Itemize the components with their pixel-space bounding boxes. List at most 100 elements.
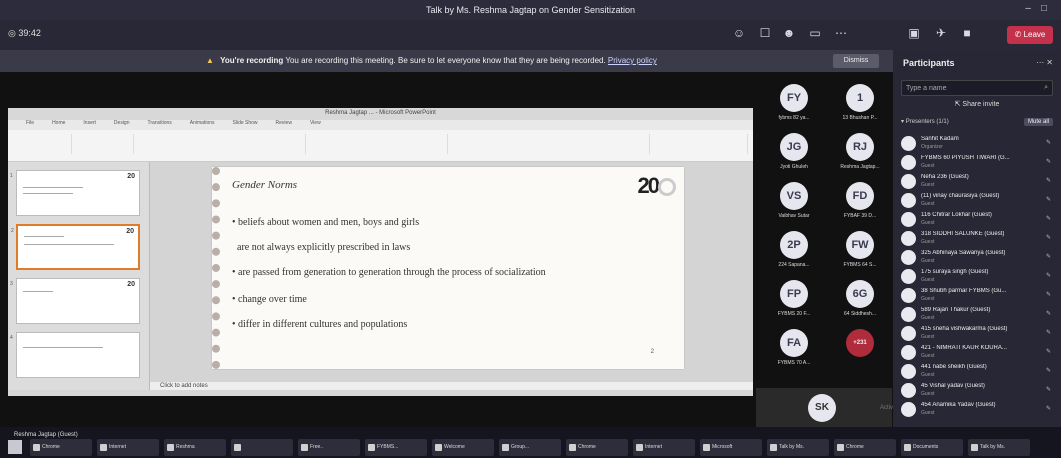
powerpoint-window: Reshma Jagtap ... - Microsoft PowerPoint… [8, 108, 753, 396]
more-actions-icon[interactable]: ⋯ [832, 26, 850, 42]
taskbar-item[interactable]: Talk by Ms. [767, 439, 829, 456]
participant-tile[interactable]: JG Jyoti Ghuleh [762, 133, 826, 171]
ppt-ribbon-tabs: File Home Insert Design Transitions Animation… [8, 120, 753, 130]
chat-icon[interactable]: ☐ [756, 26, 774, 42]
taskbar-item[interactable]: Chrome [834, 439, 896, 456]
presenters-section[interactable]: ▾ Presenters (1/1) Mute all [901, 118, 1053, 130]
ppt-tab[interactable]: Design [114, 120, 130, 126]
slide-thumbnail[interactable]: 2 20 [11, 224, 140, 270]
list-item[interactable]: 38 Shubh parmar FYBMS (Gu... Guest ✎ [901, 286, 1057, 305]
slide-thumbnail[interactable]: 3 20 [10, 278, 140, 324]
list-item[interactable]: 116 Chitrar Lokhar (Guest) Guest ✎ [901, 210, 1057, 229]
taskbar-item[interactable]: Internet [97, 439, 159, 456]
list-item[interactable]: Neha 236 (Guest) Guest ✎ [901, 172, 1057, 191]
leave-button[interactable]: ✆ Leave [1007, 26, 1053, 44]
participant-tile[interactable]: FW FYBMS 64 S... [828, 231, 892, 269]
list-item[interactable]: 45 Vishal yadav (Guest) Guest ✎ [901, 381, 1057, 400]
mute-all-button[interactable]: Mute all [1023, 118, 1053, 126]
participant-role: Guest [921, 372, 935, 378]
ppt-tab[interactable]: Insert [83, 120, 96, 126]
list-item[interactable]: 421 - NIMRATI KAUR KOURA... Guest ✎ [901, 343, 1057, 362]
logo-text: 20 [637, 173, 661, 198]
participant-role: Guest [921, 220, 935, 226]
ppt-tab[interactable]: Review [276, 120, 292, 126]
drawing-group [450, 134, 650, 154]
window-controls[interactable]: –□ [1025, 3, 1057, 14]
list-item[interactable]: Sanhit Kadam Organizer ✎ [901, 134, 1057, 153]
mic-icon: ✎ [1045, 273, 1051, 279]
slide-title: Gender Norms [232, 179, 298, 191]
taskbar-item[interactable]: Chrome [566, 439, 628, 456]
list-item[interactable]: FYBMS 60 PIYUSH TIWARI (G... Guest ✎ [901, 153, 1057, 172]
taskbar-item[interactable]: Reshma [164, 439, 226, 456]
list-item[interactable]: 454 Anamika Yadav (Guest) Guest ✎ [901, 400, 1057, 419]
notes-pane[interactable]: Click to add notes [150, 382, 753, 390]
reactions-icon[interactable]: ☻ [780, 26, 798, 42]
privacy-policy-link[interactable]: Privacy policy [608, 56, 657, 65]
taskbar-item[interactable]: Internet [633, 439, 695, 456]
ppt-tab[interactable]: View [310, 120, 321, 126]
dismiss-button[interactable]: Dismiss [833, 54, 879, 68]
mic-icon: ✎ [1045, 140, 1051, 146]
avatar: 6G [846, 280, 874, 308]
slide-thumbnail[interactable]: 1 20 [10, 170, 140, 216]
taskbar-item[interactable] [231, 439, 293, 456]
ppt-tab[interactable]: Transitions [148, 120, 172, 126]
camera-icon[interactable]: ▣ [905, 26, 923, 42]
share-icon[interactable]: ■ [958, 26, 976, 42]
taskbar-item[interactable]: Documents [901, 439, 963, 456]
participant-tile[interactable]: VS Vaibhav Sutar [762, 182, 826, 220]
participant-tile[interactable]: 2P 224 Sapana... [762, 231, 826, 269]
participant-tile[interactable]: 6G 64 Siddhesh... [828, 280, 892, 318]
participant-tile[interactable]: +231 [828, 329, 892, 367]
avatar: +231 [846, 329, 874, 357]
list-item[interactable]: 589 Rajan Thakur (Guest) Guest ✎ [901, 305, 1057, 324]
participant-role: Guest [921, 296, 935, 302]
taskbar-item[interactable]: FYBMS... [365, 439, 427, 456]
participant-role: Organizer [921, 144, 943, 150]
ppt-tab[interactable]: Home [52, 120, 65, 126]
list-item[interactable]: 415 sneha vishwakarma (Guest) Guest ✎ [901, 324, 1057, 343]
avatar: FP [780, 280, 808, 308]
participant-tile[interactable]: FA FYBMS 70 A... [762, 329, 826, 367]
participant-tile[interactable]: FY fybms 82 ya... [762, 84, 826, 122]
ppt-tab[interactable]: File [26, 120, 34, 126]
participant-search-input[interactable]: Type a name ⌕ [901, 80, 1053, 96]
taskbar-item[interactable]: Free.. [298, 439, 360, 456]
windows-start-icon[interactable] [8, 440, 22, 454]
taskbar: Reshma Jagtap (Guest) Chrome Internet Resh… [0, 427, 1061, 458]
list-item[interactable]: (11) vinay chaurasiya (Guest) Guest ✎ [901, 191, 1057, 210]
participant-tile[interactable]: 1 13 Bhushan P... [828, 84, 892, 122]
section-label: Presenters (1/1) [905, 119, 949, 125]
list-item[interactable]: 441 nabe sheikh (Guest) Guest ✎ [901, 362, 1057, 381]
avatar [901, 288, 916, 303]
recording-label: You're recording [220, 56, 284, 65]
close-icon[interactable]: ⋯ ✕ [1036, 58, 1053, 67]
mic-icon: ✎ [1045, 216, 1051, 222]
avatar: 2P [780, 231, 808, 259]
ppt-tab[interactable]: Animations [190, 120, 215, 126]
list-item[interactable]: 325 Abhinaya Sawariya (Guest) Guest ✎ [901, 248, 1057, 267]
taskbar-item[interactable]: Welcome [432, 439, 494, 456]
people-icon[interactable]: ☺ [730, 26, 748, 42]
meeting-timer: ◎ 39:42 [8, 28, 41, 38]
participant-tile[interactable]: RJ Reshma Jagtap... [828, 133, 892, 171]
participant-name: 64 Siddhesh... [844, 311, 876, 317]
taskbar-item[interactable]: Talk by Ms. [968, 439, 1030, 456]
participant-tile[interactable]: FP FYBMS 20 F... [762, 280, 826, 318]
taskbar-item[interactable]: Chrome [30, 439, 92, 456]
taskbar-item[interactable]: Microsoft [700, 439, 762, 456]
taskbar-item[interactable]: Group... [499, 439, 561, 456]
list-item[interactable]: 175 suraya singh (Guest) Guest ✎ [901, 267, 1057, 286]
rooms-icon[interactable]: ▭ [806, 26, 824, 42]
warning-icon: ▲ [206, 56, 214, 65]
participant-name: 13 Bhushan P... [842, 115, 878, 121]
participant-tile[interactable]: FD FYBAF 39 D... [828, 182, 892, 220]
slide-thumbnail[interactable]: 4 [10, 332, 140, 378]
list-item[interactable]: 318 SIDDHI SALUNKE (Guest) Guest ✎ [901, 229, 1057, 248]
avatar: FW [846, 231, 874, 259]
participant-name: FYBMS 20 F... [777, 311, 811, 317]
ppt-tab[interactable]: Slide Show [233, 120, 258, 126]
mic-icon[interactable]: ✈ [932, 26, 950, 42]
share-invite-button[interactable]: ⇱ Share invite [901, 98, 1053, 112]
